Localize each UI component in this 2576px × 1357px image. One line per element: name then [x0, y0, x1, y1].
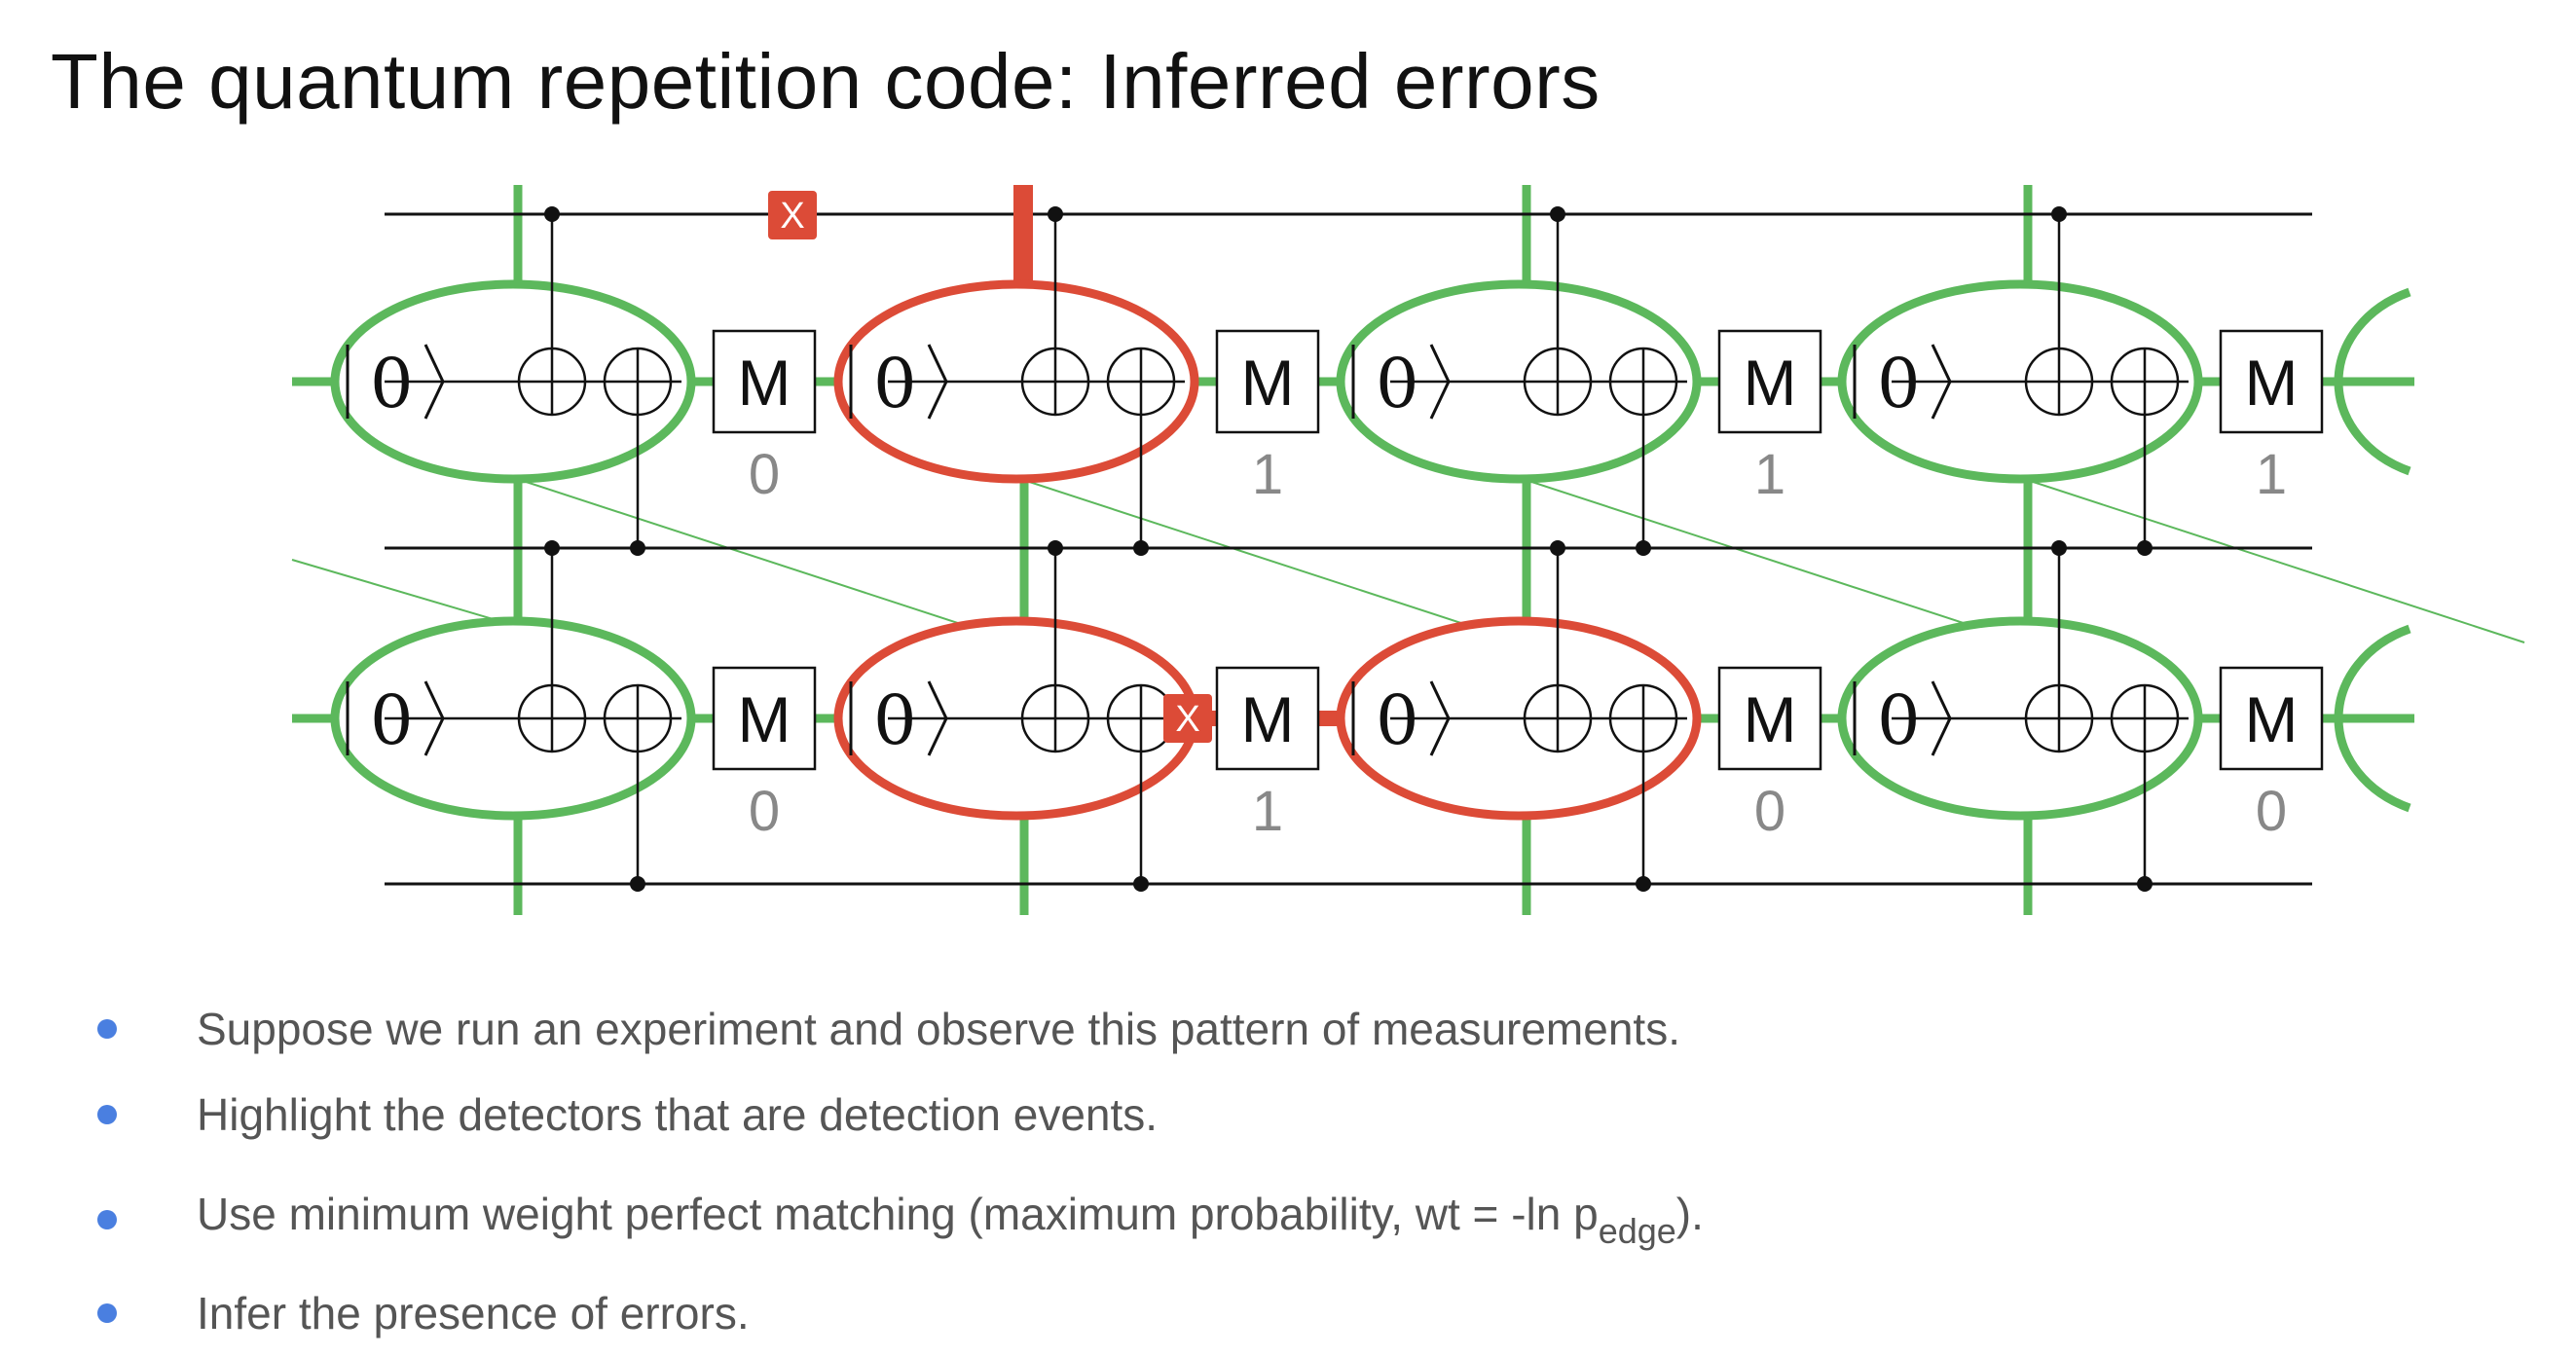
- cnot-control-dot: [1636, 540, 1651, 556]
- measure-label: M: [2245, 683, 2299, 755]
- measurement-result: 0: [1754, 780, 1785, 843]
- ket-zero: 0: [370, 680, 414, 760]
- syndrome-round: 0 M 1: [833, 540, 1320, 892]
- syndrome-round: 0 M 1: [1837, 206, 2324, 556]
- measurement-result: 0: [749, 443, 780, 506]
- cnot-control-dot: [1636, 876, 1651, 892]
- measure-label: M: [2245, 347, 2299, 419]
- cnot-control-dot: [2137, 540, 2153, 556]
- measurement-result: 1: [1252, 780, 1283, 843]
- syndrome-round: 0 M 0: [1837, 540, 2324, 892]
- error-marker: X: [1163, 694, 1212, 743]
- diagonal-edge: [291, 559, 507, 624]
- cnot-control-dot: [2137, 876, 2153, 892]
- measurement-result: 0: [749, 780, 780, 843]
- cnot-control-dot: [2051, 206, 2067, 222]
- error-x-label: X: [780, 196, 804, 237]
- ket-zero: 0: [1877, 680, 1921, 760]
- cnot-control-dot: [544, 206, 560, 222]
- syndrome-round: 0 M 0: [330, 206, 817, 556]
- ket-zero: 0: [1376, 680, 1419, 760]
- cnot-control-dot: [1048, 206, 1063, 222]
- measurement-result: 0: [2256, 780, 2287, 843]
- measure-label: M: [738, 683, 791, 755]
- cnot-control-dot: [544, 540, 560, 556]
- ket-zero: 0: [873, 344, 917, 423]
- repetition-code-diagram: 0 M 0 0 M 1 0 M 1 0 M 1 0 M 0 0 M 1 0 M 0 0 M 0 X X: [291, 185, 2525, 915]
- syndrome-round: 0 M 1: [833, 206, 1320, 556]
- cnot-control-dot: [2051, 540, 2067, 556]
- ket-zero: 0: [1877, 344, 1921, 423]
- diagonal-edges: [291, 476, 2525, 643]
- measure-label: M: [1744, 347, 1797, 419]
- cnot-control-dot: [1133, 876, 1149, 892]
- ket-zero: 0: [873, 680, 917, 760]
- measure-label: M: [1744, 683, 1797, 755]
- cnot-control-dot: [1550, 540, 1565, 556]
- measure-label: M: [1241, 347, 1295, 419]
- ket-zero: 0: [1376, 344, 1419, 423]
- syndrome-round: 0 M 0: [1336, 540, 1822, 892]
- measure-label: M: [1241, 683, 1295, 755]
- measurement-result: 1: [1754, 443, 1785, 506]
- error-x-label: X: [1175, 699, 1199, 740]
- measure-label: M: [738, 347, 791, 419]
- measurement-result: 1: [2256, 443, 2287, 506]
- measurement-result: 1: [1252, 443, 1283, 506]
- cnot-control-dot: [630, 540, 645, 556]
- cnot-control-dot: [1550, 206, 1565, 222]
- syndrome-round: 0 M 1: [1336, 206, 1822, 556]
- cnot-control-dot: [1048, 540, 1063, 556]
- ket-zero: 0: [370, 344, 414, 423]
- cnot-control-dot: [1133, 540, 1149, 556]
- cnot-control-dot: [630, 876, 645, 892]
- inferred-edge: [1013, 185, 1033, 292]
- error-marker: X: [768, 191, 817, 239]
